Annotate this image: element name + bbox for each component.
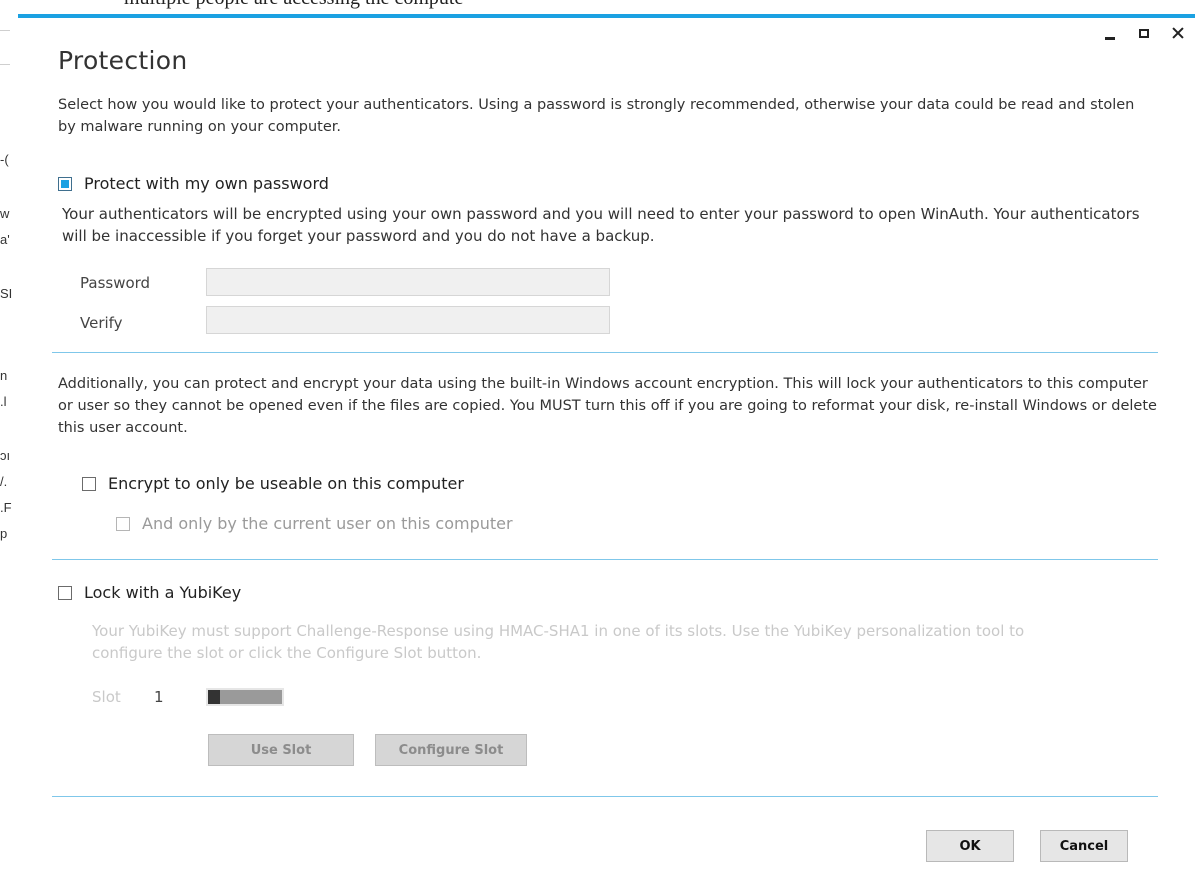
close-button[interactable] <box>1161 22 1195 44</box>
password-description: Your authenticators will be encrypted us… <box>62 205 1140 245</box>
protection-dialog: Protection Select how you would like to … <box>18 14 1195 878</box>
background-fragment: /. <box>0 474 8 489</box>
password-label: Password <box>80 274 151 292</box>
encrypt-computer-label: Encrypt to only be useable on this compu… <box>108 474 464 493</box>
yubikey-checkbox[interactable] <box>58 585 72 600</box>
encrypt-user-checkbox[interactable] <box>116 516 130 531</box>
password-field[interactable] <box>206 268 610 296</box>
background-fragment: n <box>0 368 8 383</box>
intro-text: Select how you would like to protect you… <box>58 97 1135 135</box>
section-divider <box>52 796 1158 797</box>
encrypt-user-option[interactable]: And only by the current user on this com… <box>116 514 513 533</box>
section-divider <box>52 559 1158 560</box>
ok-button[interactable]: OK <box>926 830 1014 862</box>
section-divider <box>52 352 1158 353</box>
background-fragment: SI <box>0 286 13 301</box>
background-rule <box>0 64 10 65</box>
background-fragment: -( <box>0 152 9 167</box>
encrypt-computer-option[interactable]: Encrypt to only be useable on this compu… <box>82 474 464 493</box>
close-icon <box>1172 27 1184 39</box>
slot-value: 1 <box>154 688 164 706</box>
background-fragment: .l <box>0 394 7 409</box>
verify-field[interactable] <box>206 306 610 334</box>
protect-password-option[interactable]: Protect with my own password <box>58 174 329 193</box>
use-slot-button[interactable]: Use Slot <box>208 734 354 766</box>
background-fragment: .F <box>0 500 12 515</box>
minimize-button[interactable] <box>1093 22 1127 44</box>
background-rule <box>0 30 10 31</box>
maximize-button[interactable] <box>1127 22 1161 44</box>
background-document-text: multiple people are accessing the comput… <box>124 0 463 10</box>
verify-label: Verify <box>80 314 123 332</box>
configure-slot-button[interactable]: Configure Slot <box>375 734 527 766</box>
encrypt-computer-checkbox[interactable] <box>82 476 96 491</box>
cancel-button[interactable]: Cancel <box>1040 830 1128 862</box>
yubikey-description: Your YubiKey must support Challenge-Resp… <box>92 622 1025 662</box>
protect-password-checkbox[interactable] <box>58 176 72 191</box>
minimize-icon <box>1105 36 1115 40</box>
encrypt-user-label: And only by the current user on this com… <box>142 514 513 533</box>
maximize-icon <box>1139 28 1149 38</box>
dialog-title: Protection <box>58 46 188 75</box>
window-controls <box>1093 22 1195 44</box>
slot-slider[interactable] <box>206 688 284 706</box>
protect-password-label: Protect with my own password <box>84 174 329 193</box>
windows-encryption-description: Additionally, you can protect and encryp… <box>58 376 1157 436</box>
slot-label: Slot <box>92 688 121 706</box>
yubikey-option[interactable]: Lock with a YubiKey <box>58 583 241 602</box>
slot-slider-thumb[interactable] <box>208 690 220 704</box>
background-fragment: ɔı <box>0 448 11 463</box>
yubikey-label: Lock with a YubiKey <box>84 583 242 602</box>
background-document-edge: -( w a' SI n .l ɔı /. .F p <box>0 0 18 878</box>
background-fragment: w <box>0 206 10 221</box>
background-fragment: p <box>0 526 8 541</box>
background-fragment: a' <box>0 232 10 247</box>
